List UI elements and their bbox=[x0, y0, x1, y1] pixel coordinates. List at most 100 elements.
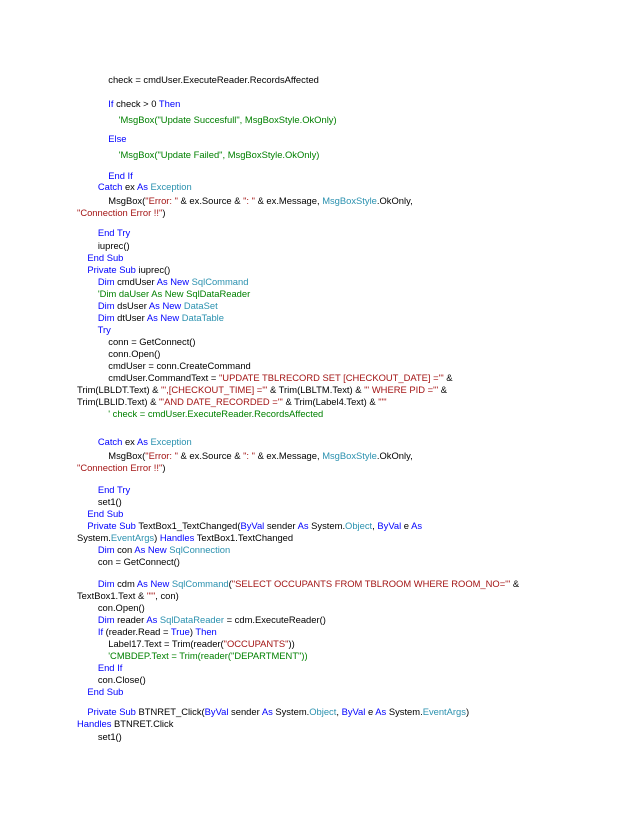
code-token: cdm bbox=[114, 578, 137, 589]
code-token: cmdUser = conn.CreateCommand bbox=[77, 360, 251, 371]
code-line: Trim(LBLDT.Text) & "',[CHECKOUT_TIME] ='… bbox=[77, 384, 447, 396]
code-token: & bbox=[438, 384, 448, 395]
code-line: Dim con As New SqlConnection bbox=[77, 544, 230, 556]
code-token: reader bbox=[114, 614, 147, 625]
code-token: As New bbox=[136, 578, 170, 589]
code-line: System.EventArgs) Handles TextBox1.TextC… bbox=[77, 532, 293, 544]
code-line: con = GetConnect() bbox=[77, 556, 180, 568]
code-token: End Try bbox=[97, 484, 131, 495]
code-token: ": " bbox=[243, 450, 255, 461]
code-token: Dim bbox=[97, 312, 115, 323]
code-line: check = cmdUser.ExecuteReader.RecordsAff… bbox=[77, 74, 319, 86]
code-token: dsUser bbox=[114, 300, 149, 311]
code-token: "Error: " bbox=[145, 195, 178, 206]
code-token: "',[CHECKOUT_TIME] ='" bbox=[161, 384, 268, 395]
code-token: con.Open() bbox=[77, 602, 145, 613]
code-line: End Try bbox=[77, 227, 130, 239]
code-token: Then bbox=[195, 626, 217, 637]
code-token: End If bbox=[108, 170, 133, 181]
code-token: "'" bbox=[146, 590, 156, 601]
code-token: & bbox=[510, 578, 520, 589]
code-token: sender bbox=[264, 520, 298, 531]
code-token: 'MsgBox("Update Succesfull", MsgBoxStyle… bbox=[118, 114, 337, 125]
code-token: conn.Open() bbox=[77, 348, 161, 359]
code-token: ex bbox=[122, 181, 137, 192]
code-token: Exception bbox=[150, 436, 192, 447]
code-token: End Sub bbox=[87, 686, 124, 697]
code-line: Handles BTNRET.Click bbox=[77, 718, 173, 730]
code-token: ByVal bbox=[204, 706, 229, 717]
code-token: End Sub bbox=[87, 508, 124, 519]
code-line: cmdUser.CommandText = "UPDATE TBLRECORD … bbox=[77, 372, 452, 384]
code-token: "Connection Error !!" bbox=[77, 207, 163, 218]
code-token: Private Sub bbox=[87, 520, 136, 531]
code-token: Dim bbox=[97, 578, 115, 589]
code-token: SqlDataReader bbox=[159, 614, 224, 625]
code-line: 'Dim daUser As New SqlDataReader bbox=[77, 288, 250, 300]
code-line: Dim cmdUser As New SqlCommand bbox=[77, 276, 249, 288]
code-token: Catch bbox=[97, 436, 123, 447]
code-token: As New bbox=[134, 544, 167, 555]
code-token: ' check = cmdUser.ExecuteReader.RecordsA… bbox=[108, 408, 324, 419]
code-line: 'CMBDEP.Text = Trim(reader("DEPARTMENT")… bbox=[77, 650, 307, 662]
code-token: sender bbox=[228, 706, 262, 717]
code-token: TextBox1.Text & bbox=[77, 590, 147, 601]
code-token: & ex.Message, bbox=[254, 450, 323, 461]
code-line: TextBox1.Text & "'", con) bbox=[77, 590, 179, 602]
code-line: conn.Open() bbox=[77, 348, 160, 360]
code-token: As bbox=[136, 181, 148, 192]
code-line: Private Sub BTNRET_Click(ByVal sender As… bbox=[77, 706, 469, 718]
code-line: Else bbox=[77, 133, 126, 145]
code-token: "' WHERE PID ='" bbox=[364, 384, 439, 395]
code-token: 'MsgBox("Update Failed", MsgBoxStyle.OkO… bbox=[118, 149, 320, 160]
code-token: "SELECT OCCUPANTS FROM TBLROOM WHERE ROO… bbox=[231, 578, 511, 589]
code-token: SqlCommand bbox=[191, 276, 249, 287]
code-token: check > 0 bbox=[113, 98, 159, 109]
code-line: 'MsgBox("Update Succesfull", MsgBoxStyle… bbox=[77, 114, 337, 126]
code-line: MsgBox("Error: " & ex.Source & ": " & ex… bbox=[77, 195, 412, 207]
code-token: Object bbox=[345, 520, 373, 531]
code-token: Catch bbox=[97, 181, 123, 192]
code-token: ) bbox=[465, 706, 470, 717]
code-token: cmdUser bbox=[114, 276, 157, 287]
code-token: Label17.Text = Trim(reader( bbox=[77, 638, 224, 649]
code-token: & ex.Source & bbox=[177, 450, 244, 461]
code-token: Private Sub bbox=[87, 706, 136, 717]
code-line: con.Open() bbox=[77, 602, 145, 614]
code-token: ByVal bbox=[341, 706, 366, 717]
code-token: Dim bbox=[97, 276, 115, 287]
code-token: "Error: " bbox=[145, 450, 178, 461]
code-line: set1() bbox=[77, 731, 122, 743]
code-token: & Trim(LBLTM.Text) & bbox=[267, 384, 365, 395]
code-line: End Sub bbox=[77, 508, 123, 520]
code-token: As New bbox=[146, 312, 180, 323]
code-token: As bbox=[146, 614, 158, 625]
code-line: cmdUser = conn.CreateCommand bbox=[77, 360, 251, 372]
code-token: con bbox=[114, 544, 135, 555]
code-line: iuprec() bbox=[77, 240, 130, 252]
document-page: check = cmdUser.ExecuteReader.RecordsAff… bbox=[0, 0, 638, 826]
code-token: As bbox=[261, 706, 273, 717]
code-token: cmdUser.CommandText = bbox=[77, 372, 219, 383]
code-token: EventArgs bbox=[422, 706, 466, 717]
code-token: .OkOnly, bbox=[376, 450, 413, 461]
code-line: Private Sub TextBox1_TextChanged(ByVal s… bbox=[77, 520, 422, 532]
